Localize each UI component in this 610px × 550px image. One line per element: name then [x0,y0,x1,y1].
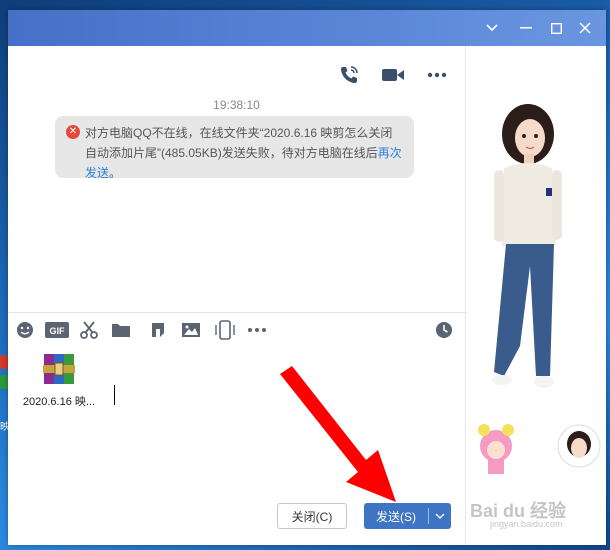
notice-text: 对方电脑QQ不在线，在线文件夹“2020.6.16 映剪怎么关闭自动添加片尾”(… [85,126,393,160]
send-options-chevron-icon[interactable] [429,503,451,529]
desktop-icon-red[interactable] [0,355,8,369]
music-icon[interactable] [146,320,168,340]
folder-icon[interactable] [110,320,132,340]
text-cursor [114,385,115,405]
notice-end: 。 [109,166,122,180]
phone-icon[interactable] [336,64,362,86]
chat-header-actions [336,64,450,86]
emoji-icon[interactable] [14,320,36,340]
attached-file[interactable]: 2020.6.16 映... [18,353,100,409]
error-icon: ✕ [66,125,80,139]
toolbar-more-icon[interactable] [246,320,268,340]
gif-icon[interactable]: GIF [44,320,70,340]
chevron-down-icon[interactable] [481,17,503,39]
gif-label: GIF [50,326,66,336]
title-bar[interactable] [8,10,606,46]
more-icon[interactable] [424,64,450,86]
red-arrow-annotation [280,366,396,502]
scissors-icon[interactable] [78,320,100,340]
rar-archive-icon [42,353,76,390]
desktop-icon-green[interactable] [0,375,8,389]
video-icon[interactable] [380,64,406,86]
chat-message-area[interactable]: 19:38:10 ✕ 对方电脑QQ不在线，在线文件夹“2020.6.16 映剪怎… [8,46,465,312]
avatar-illustration [478,104,601,474]
close-button[interactable] [574,17,596,39]
send-failed-notice: ✕ 对方电脑QQ不在线，在线文件夹“2020.6.16 映剪怎么关闭自动添加片尾… [55,116,414,180]
input-toolbar: GIF [8,313,465,347]
file-name: 2020.6.16 映... [22,396,96,408]
watermark-url: jingyan.baidu.com [490,519,563,529]
message-timestamp: 19:38:10 [213,98,260,112]
history-icon[interactable] [433,320,455,340]
minimize-button[interactable] [515,17,537,39]
contact-show-panel [465,46,606,545]
image-icon[interactable] [180,320,202,340]
maximize-button[interactable] [545,17,567,39]
phone-screen-icon[interactable] [214,320,236,340]
